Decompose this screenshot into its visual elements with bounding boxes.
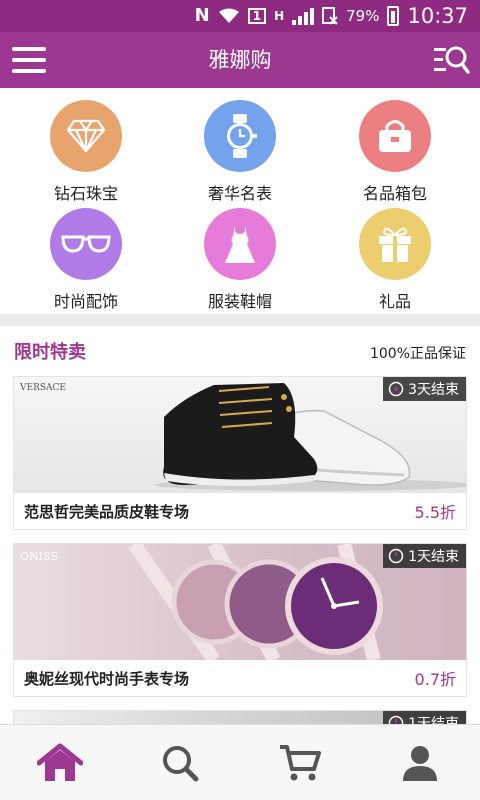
category-label: 服装鞋帽 bbox=[207, 292, 272, 311]
sale-card[interactable]: VERSACE 3天结束 范思哲完美品质皮鞋专场 5.5折 bbox=[13, 376, 467, 530]
category-apparel[interactable]: 服装鞋帽 bbox=[165, 208, 315, 312]
sale-name: 范思哲完美品质皮鞋专场 bbox=[24, 502, 190, 521]
diamond-icon bbox=[50, 100, 122, 172]
clock-icon bbox=[388, 715, 404, 724]
sale-card[interactable]: 1天结束 bbox=[13, 710, 467, 724]
status-bar: N 1 H 79% 10:37 bbox=[0, 0, 480, 32]
handbag-icon bbox=[359, 100, 431, 172]
wifi-icon bbox=[218, 8, 239, 23]
category-label: 时尚配饰 bbox=[53, 292, 118, 311]
countdown-text: 1天结束 bbox=[408, 549, 459, 565]
category-jewelry[interactable]: 钻石珠宝 bbox=[11, 100, 161, 204]
category-grid: 钻石珠宝 奢华名表 名品箱包 时尚配饰 服装鞋帽 礼品 bbox=[0, 88, 480, 314]
countdown-text: 3天结束 bbox=[408, 382, 459, 398]
sale-name: 奥妮丝现代时尚手表专场 bbox=[24, 669, 190, 688]
user-icon[interactable] bbox=[396, 739, 444, 787]
list-search-icon[interactable] bbox=[434, 44, 470, 76]
watch-icon bbox=[204, 100, 276, 172]
category-watches[interactable]: 奢华名表 bbox=[165, 100, 315, 204]
app-title: 雅娜购 bbox=[208, 48, 272, 72]
sale-discount: 5.5折 bbox=[414, 503, 456, 522]
countdown-text: 1天结束 bbox=[408, 716, 459, 724]
category-accessories[interactable]: 时尚配饰 bbox=[11, 208, 161, 312]
app-bar: 雅娜购 bbox=[0, 32, 480, 88]
battery-icon bbox=[387, 6, 400, 26]
no-data-icon bbox=[322, 7, 338, 25]
sim-slot-icon: 1 bbox=[247, 8, 267, 24]
sale-card[interactable]: ONISS 1天结束 奥妮丝现代时尚手表专场 0.7折 bbox=[13, 543, 467, 697]
sale-discount: 0.7折 bbox=[414, 670, 456, 689]
carrier-icon: N bbox=[194, 5, 210, 26]
search-icon[interactable] bbox=[156, 739, 204, 787]
category-label: 奢华名表 bbox=[207, 184, 272, 203]
category-label: 钻石珠宝 bbox=[53, 184, 118, 203]
authenticity-guarantee: 100%正品保证 bbox=[369, 346, 466, 362]
flash-sale-header: 限时特卖 100%正品保证 bbox=[0, 326, 480, 376]
battery-percent: 79% bbox=[346, 7, 380, 25]
category-label: 名品箱包 bbox=[362, 184, 427, 203]
sale-list: VERSACE 3天结束 范思哲完美品质皮鞋专场 5.5折 ONISS 1天结束… bbox=[0, 376, 480, 724]
gift-icon bbox=[359, 208, 431, 280]
glasses-icon bbox=[50, 208, 122, 280]
dress-icon bbox=[204, 208, 276, 280]
clock-icon bbox=[388, 381, 404, 397]
countdown-badge: 1天结束 bbox=[383, 544, 466, 568]
category-label: 礼品 bbox=[378, 292, 411, 311]
product-banner-apparel: 1天结束 bbox=[14, 711, 466, 724]
section-title: 限时特卖 bbox=[14, 342, 86, 363]
countdown-badge: 1天结束 bbox=[383, 711, 466, 724]
clock-icon bbox=[388, 548, 404, 564]
category-bags[interactable]: 名品箱包 bbox=[320, 100, 470, 204]
product-banner-watches: ONISS 1天结束 bbox=[14, 544, 466, 660]
clock: 10:37 bbox=[407, 4, 468, 28]
cart-icon[interactable] bbox=[276, 739, 324, 787]
network-type-icon: H bbox=[274, 9, 285, 23]
countdown-badge: 3天结束 bbox=[383, 377, 466, 401]
bottom-nav bbox=[0, 724, 480, 800]
category-gifts[interactable]: 礼品 bbox=[320, 208, 470, 312]
signal-icon bbox=[292, 7, 315, 25]
product-banner-shoes: VERSACE 3天结束 bbox=[14, 377, 466, 493]
home-icon[interactable] bbox=[36, 739, 84, 787]
